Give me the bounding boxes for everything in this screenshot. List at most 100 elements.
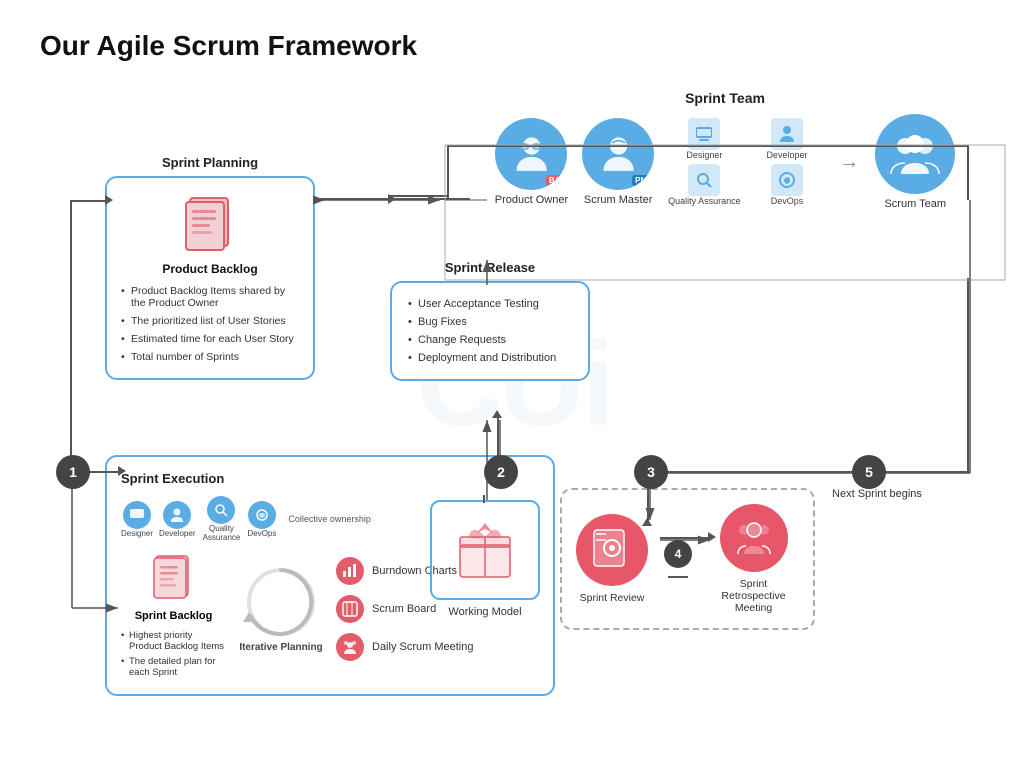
backlog-item-1: The prioritized list of User Stories [121,312,299,330]
iterative-col: Iterative Planning [236,552,326,653]
planning-arrow [105,195,113,205]
sprint-backlog-col: Sprint Backlog Highest priority Product … [121,552,226,680]
release-item-0: User Acceptance Testing [408,295,572,313]
backlog-item-2: Estimated time for each User Story [121,330,299,348]
review-col: Sprint Review [576,514,648,604]
ba-badge: BA [546,175,564,186]
developer-role: Developer [751,118,824,160]
scrum-master-wrap: PM Scrum Master [582,118,654,206]
designer-role: Designer [668,118,741,160]
burndown-icon [336,557,364,585]
devops-role: DevOps [751,164,824,206]
exec-devops-label: DevOps [247,529,276,538]
exec-avatars: Designer Developer Quality Assurance [121,496,276,542]
step-2-circle: 2 [484,455,518,489]
sprint-release-title: Sprint Release [390,260,590,275]
step1-arrow [118,466,126,476]
devops-label: DevOps [771,196,804,206]
exec-qa: Quality Assurance [201,496,241,542]
wm-up-line [483,495,485,503]
step3-to-5-horiz [648,471,970,473]
team-to-scrum-arrow: → [839,151,859,174]
left-vert-line [70,200,72,474]
working-model-box [430,500,540,600]
step-3-circle: 3 [634,455,668,489]
exec-designer-label: Designer [121,529,153,538]
qa-role: Quality Assurance [668,164,741,206]
exec-devops: DevOps [247,501,276,538]
sprint-team-members: BA Product Owner PM Scrum Master [440,114,1010,210]
plan-to-release-line [315,198,390,200]
daily-scrum-item: Daily Scrum Meeting [336,633,539,661]
release-team-horiz [390,198,447,200]
qa-icon [688,164,720,196]
right-vert-line [967,278,969,473]
sprint-backlog-icon [121,552,226,604]
developer-label: Developer [766,150,807,160]
step-4-badge: 4 [664,540,692,568]
team-left-vert [447,145,449,200]
review-to-retro-arrow [708,532,716,542]
step-1-circle: 1 [56,455,90,489]
left-horiz-line [70,200,107,202]
sprint-team-section: Sprint Team BA Product Owner [440,90,1010,210]
scrum-master-avatar: PM [582,118,654,190]
working-model-label: Working Model [448,606,521,618]
release-item-2: Change Requests [408,331,572,349]
product-owner-wrap: BA Product Owner [495,118,568,206]
release-box: User Acceptance Testing Bug Fixes Change… [390,281,590,381]
exec-designer: Designer [121,501,153,538]
daily-scrum-icon [336,633,364,661]
team-top-horiz [447,145,969,147]
retro-col: Sprint Retrospective Meeting [708,504,799,614]
release-item-3: Deployment and Distribution [408,349,572,367]
sprint-backlog-list: Highest priority Product Backlog Items T… [121,628,226,680]
scrum-team-wrap: Scrum Team [875,114,955,210]
iterative-label: Iterative Planning [239,642,322,653]
daily-scrum-label: Daily Scrum Meeting [372,641,473,653]
exec-qa-label: Quality Assurance [201,524,241,542]
sprint-retro-label: Sprint Retrospective Meeting [708,578,799,614]
page-title: Our Agile Scrum Framework [40,30,987,62]
release-list: User Acceptance Testing Bug Fixes Change… [408,295,572,367]
exec-designer-icon [123,501,151,529]
step2-up-arrow [492,410,502,418]
sprint-backlog-item-1: The detailed plan for each Sprint [121,654,226,680]
backlog-list: Product Backlog Items shared by the Prod… [121,282,299,366]
backlog-title: Product Backlog [121,262,299,276]
next-sprint-section: Next Sprint begins [832,488,922,500]
exec-qa-icon [207,496,235,524]
scrum-team-label: Scrum Team [884,198,946,210]
step-5-circle: 5 [852,455,886,489]
sprint-planning-title: Sprint Planning [105,155,315,170]
step3-down-arrow [642,518,652,526]
product-owner-avatar: BA [495,118,567,190]
exec-developer: Developer [159,501,195,538]
release-item-1: Bug Fixes [408,313,572,331]
sprint-release-section: Sprint Release User Acceptance Testing B… [390,260,590,381]
qa-label: Quality Assurance [668,196,741,206]
scrumboard-label: Scrum Board [372,603,436,615]
backlog-text: Product Backlog Product Backlog Items sh… [121,262,299,366]
sprint-team-title: Sprint Team [440,90,1010,106]
small-roles-grid: Designer Developer Quality Assurance [668,118,823,206]
collective-label: Collective ownership [288,514,371,524]
planning-box: Product Backlog Product Backlog Items sh… [105,176,315,380]
backlog-icon [121,190,299,254]
step2-up-line [497,415,499,457]
designer-label: Designer [686,150,722,160]
exec-devops-icon [248,501,276,529]
sprint-retro-circle [720,504,788,572]
backlog-item-3: Total number of Sprints [121,348,299,366]
review-retro-section: Sprint Review 4 Sprint Retrospective Mee… [560,488,815,630]
execution-title: Sprint Execution [121,471,539,486]
devops-icon [771,164,803,196]
team-right-vert [967,145,969,200]
scrum-master-label: Scrum Master [584,194,652,206]
scrum-team-avatar [875,114,955,194]
sprint-backlog-item-0: Highest priority Product Backlog Items [121,628,226,654]
review-to-retro [660,537,710,539]
scrumboard-icon [336,595,364,623]
backlog-item-0: Product Backlog Items shared by the Prod… [121,282,299,312]
page: CUi Our Agile Scrum Framework [0,0,1027,768]
